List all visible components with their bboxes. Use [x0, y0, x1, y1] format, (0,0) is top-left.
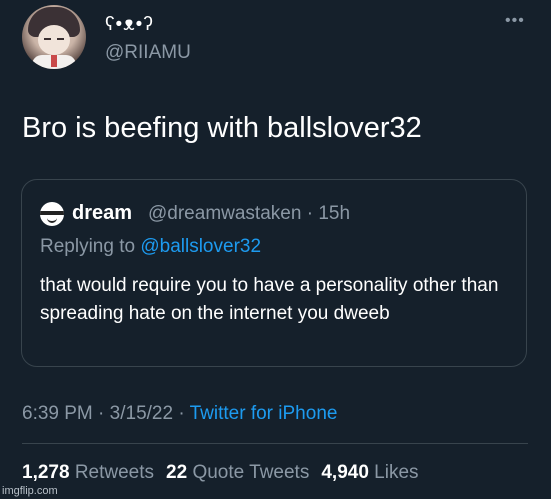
author-handle[interactable]: @RIIAMU	[105, 42, 191, 64]
separator: ·	[98, 403, 105, 424]
retweets-label: Retweets	[74, 462, 155, 483]
quoted-display-name: dream	[72, 202, 133, 224]
imgflip-watermark: imgflip.com	[2, 485, 58, 497]
more-options-icon[interactable]: •••	[505, 12, 525, 30]
divider	[22, 443, 528, 444]
quotes-label: Quote Tweets	[192, 462, 310, 483]
quoted-time: 15h	[318, 203, 351, 224]
quote-tweets-stat[interactable]: 22 Quote Tweets	[166, 462, 309, 483]
tweet-meta: 6:39 PM · 3/15/22 · Twitter for iPhone	[22, 403, 337, 425]
tweet-date[interactable]: 3/15/22	[110, 403, 173, 424]
replying-to-prefix: Replying to	[40, 236, 136, 257]
separator: ·	[178, 403, 185, 424]
quotes-count: 22	[166, 462, 188, 483]
quoted-handle: @dreamwastaken	[148, 203, 302, 224]
avatar-tie	[51, 55, 57, 67]
likes-stat[interactable]: 4,940 Likes	[321, 462, 418, 483]
tweet-text: Bro is beefing with ballslover32	[22, 112, 422, 144]
separator: ·	[306, 203, 314, 224]
tweet-source-link[interactable]: Twitter for iPhone	[190, 403, 338, 424]
replying-to-mention[interactable]: @ballslover32	[140, 236, 261, 257]
replying-to-line: Replying to @ballslover32	[40, 236, 261, 258]
avatar-eye	[44, 38, 51, 40]
retweets-stat[interactable]: 1,278 Retweets	[22, 462, 154, 483]
quoted-handle-line: @dreamwastaken · 15h	[148, 203, 350, 225]
likes-count: 4,940	[321, 462, 369, 483]
likes-label: Likes	[374, 462, 419, 483]
quoted-author-avatar-icon	[40, 202, 64, 226]
quoted-tweet-text: that would require you to have a persona…	[40, 275, 499, 324]
avatar-eye	[57, 38, 64, 40]
tweet-stats: 1,278 Retweets 22 Quote Tweets 4,940 Likes	[22, 462, 419, 484]
author-avatar[interactable]	[22, 5, 86, 69]
quoted-tweet-card[interactable]: dream @dreamwastaken · 15h Replying to @…	[21, 179, 527, 367]
avatar-face	[38, 25, 70, 55]
author-display-name[interactable]: ʕ•ᴥ•ʔ	[105, 14, 154, 36]
retweets-count: 1,278	[22, 462, 70, 483]
tweet-time[interactable]: 6:39 PM	[22, 403, 93, 424]
